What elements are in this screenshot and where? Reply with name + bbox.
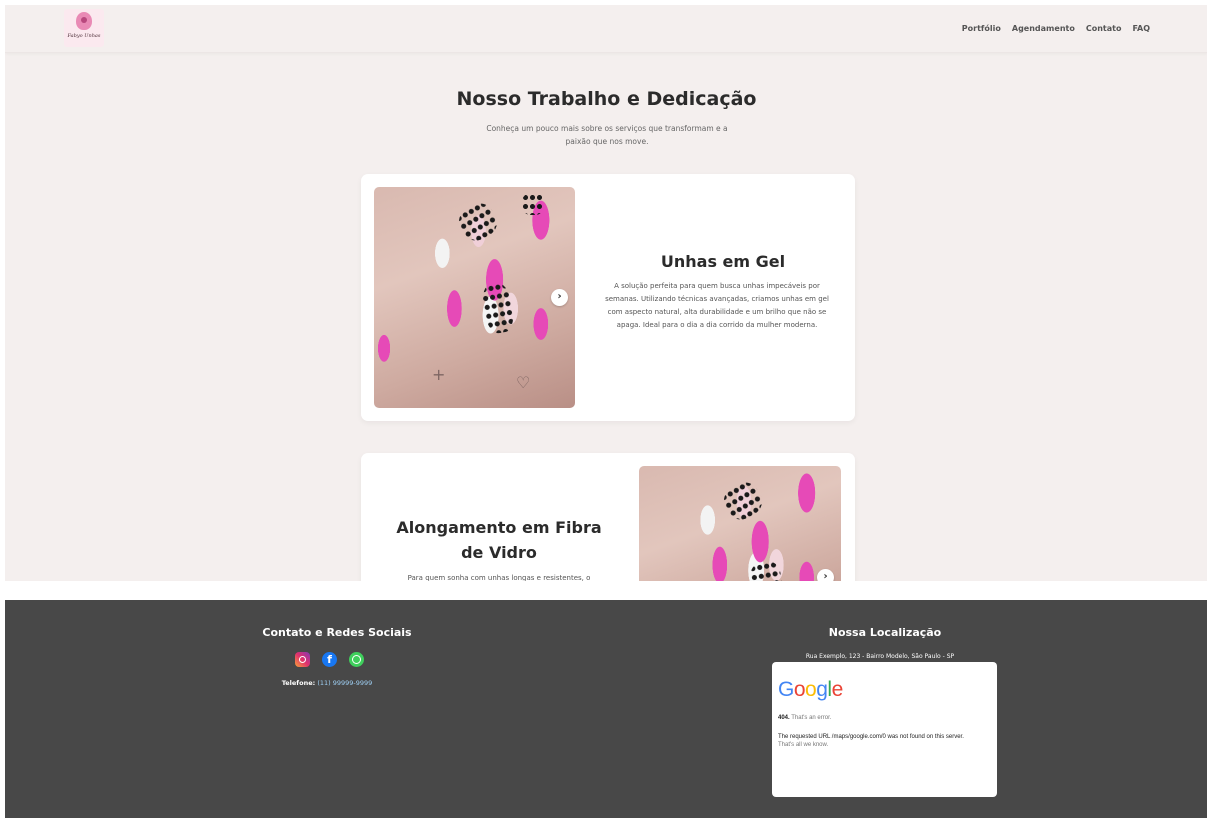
google-logo: Google bbox=[778, 678, 843, 701]
logo-hand-icon bbox=[76, 12, 92, 30]
nail-pattern bbox=[748, 559, 784, 581]
brand-logo[interactable]: Fabyo Unhas bbox=[64, 9, 104, 47]
instagram-icon[interactable] bbox=[295, 652, 310, 667]
site-footer: Contato e Redes Sociais f Telefone: (11)… bbox=[5, 600, 1207, 818]
logo-text: Fabyo Unhas bbox=[67, 33, 101, 39]
contact-title: Contato e Redes Sociais bbox=[262, 626, 412, 639]
nail-pattern bbox=[522, 193, 544, 215]
phone-line: Telefone: (11) 99999-9999 bbox=[267, 679, 387, 687]
service-photo-carousel: › bbox=[639, 466, 841, 581]
phone-label: Telefone: bbox=[281, 679, 316, 687]
nav-link-contato[interactable]: Contato bbox=[1086, 24, 1122, 33]
service-photo-carousel: + ♡ › bbox=[374, 187, 575, 408]
page-title: Nosso Trabalho e Dedicação bbox=[456, 88, 757, 110]
facebook-icon[interactable]: f bbox=[322, 652, 337, 667]
error-code-text: That's an error. bbox=[791, 715, 832, 721]
map-embed[interactable]: Google 404. That's an error. The request… bbox=[772, 662, 997, 797]
error-code: 404. bbox=[778, 715, 790, 721]
tattoo-cross: + bbox=[432, 365, 446, 384]
nav-link-agendamento[interactable]: Agendamento bbox=[1012, 24, 1075, 33]
map-error-code: 404. That's an error. bbox=[778, 715, 831, 721]
social-links: f bbox=[295, 652, 364, 667]
main-page: Fabyo Unhas Portfólio Agendamento Contat… bbox=[5, 5, 1207, 581]
nail-pattern bbox=[453, 198, 503, 246]
address-text: Rua Exemplo, 123 - Bairro Modelo, São Pa… bbox=[805, 653, 955, 660]
nav-link-faq[interactable]: FAQ bbox=[1132, 24, 1150, 33]
service-card-fibra: Alongamento em Fibra de Vidro Para quem … bbox=[361, 453, 855, 581]
service-description: A solução perfeita para quem busca unhas… bbox=[605, 282, 829, 329]
map-error-message: The requested URL /maps/google.com/0 was… bbox=[778, 734, 964, 740]
whatsapp-icon[interactable] bbox=[349, 652, 364, 667]
nail-pattern bbox=[718, 477, 768, 525]
carousel-next-button[interactable]: › bbox=[817, 569, 834, 581]
main-nav: Portfólio Agendamento Contato FAQ bbox=[962, 24, 1150, 33]
service-card-gel: + ♡ › Unhas em Gel A solução perfeita pa… bbox=[361, 174, 855, 421]
phone-link[interactable]: (11) 99999-9999 bbox=[317, 679, 372, 687]
service-title: Unhas em Gel bbox=[660, 252, 786, 271]
service-description: Para quem sonha com unhas longas e resis… bbox=[407, 574, 591, 581]
carousel-next-button[interactable]: › bbox=[551, 289, 568, 306]
nail-pattern bbox=[479, 280, 517, 336]
map-error-footnote: That's all we know. bbox=[778, 742, 829, 748]
service-title: Alongamento em Fibra de Vidro bbox=[396, 518, 602, 562]
page-subtitle: Conheça um pouco mais sobre os serviços … bbox=[486, 124, 728, 146]
nav-link-portfolio[interactable]: Portfólio bbox=[962, 24, 1001, 33]
location-title: Nossa Localização bbox=[828, 626, 942, 639]
site-header: Fabyo Unhas Portfólio Agendamento Contat… bbox=[5, 5, 1207, 53]
tattoo-heart: ♡ bbox=[516, 373, 531, 392]
